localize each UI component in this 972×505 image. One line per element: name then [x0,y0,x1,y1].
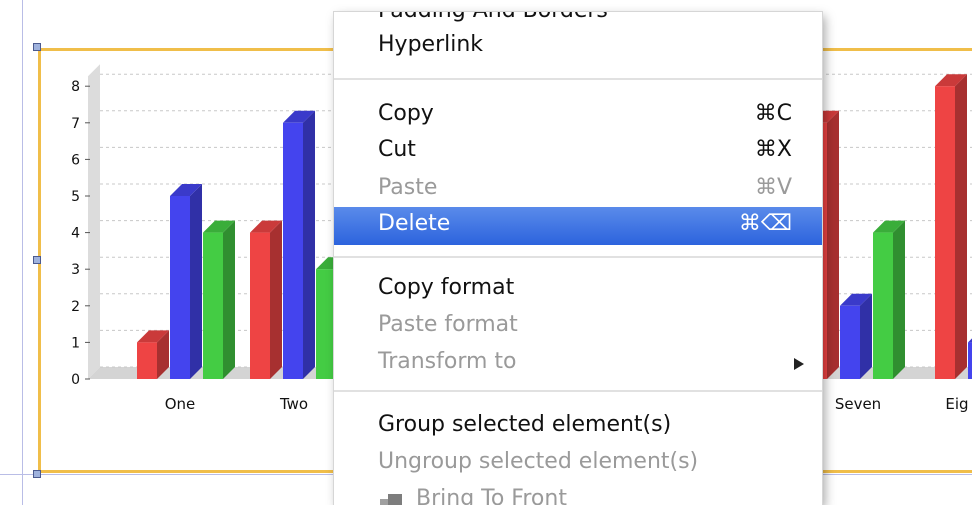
context-menu: Padding And Borders Hyperlink Copy ⌘C Cu… [334,12,822,505]
menu-item-copy-format[interactable]: Copy format [334,271,822,309]
menu-item-copy[interactable]: Copy ⌘C [334,97,822,135]
bar-side [827,110,839,380]
x-tick-label: Eig [945,395,968,413]
bar-top [968,338,972,343]
y-tick-label: 5 [71,189,80,205]
bar [968,342,972,379]
chart-back-wall [88,64,100,379]
bar-side [955,74,967,379]
bar-side [893,220,905,379]
bar-side [270,220,282,379]
menu-item-label: Copy [378,101,434,126]
bar [840,305,860,379]
menu-item-cut[interactable]: Cut ⌘X [334,133,822,171]
submenu-arrow-icon [794,358,804,370]
menu-item-label: Ungroup selected element(s) [378,449,699,474]
menu-separator [334,256,822,258]
bar-side [860,293,872,379]
y-tick-label: 3 [71,262,80,278]
menu-item-label: Hyperlink [378,32,484,57]
menu-separator [334,390,822,392]
bar-side [223,220,235,379]
menu-item-label: Transform to [378,349,517,374]
menu-item-paste[interactable]: Paste ⌘V [334,171,822,209]
y-tick-label: 4 [71,226,80,242]
bar [316,269,336,379]
menu-item-paste-format[interactable]: Paste format [334,308,822,346]
bar [873,232,893,379]
x-tick-label: Two [279,395,308,413]
menu-item-label: Padding And Borders [378,12,608,23]
menu-item-shortcut: ⌘V [754,175,792,200]
menu-item-transform-to[interactable]: Transform to [334,345,822,383]
menu-item-group-selected[interactable]: Group selected element(s) [334,408,822,446]
menu-item-label: Delete [378,211,451,236]
y-tick-label: 8 [71,79,80,95]
y-tick-label: 0 [71,372,80,388]
menu-item-delete[interactable]: Delete ⌘⌫ [334,207,822,245]
bar [935,86,955,379]
bar [203,232,223,379]
bar [170,196,190,379]
bar-side [303,110,315,380]
x-tick-label: One [165,395,196,413]
bar [250,232,270,379]
menu-item-shortcut: ⌘X [754,137,792,162]
bring-to-front-icon [380,494,402,505]
bar [283,122,303,380]
menu-item-label: Cut [378,137,416,162]
menu-item-hyperlink[interactable]: Hyperlink [334,28,822,66]
menu-item-shortcut: ⌘⌫ [738,211,792,236]
y-tick-label: 2 [71,299,80,315]
menu-item-label: Paste [378,175,438,200]
menu-item-label: Group selected element(s) [378,412,672,437]
menu-separator [334,78,822,80]
menu-item-label: Paste format [378,312,518,337]
menu-item-shortcut: ⌘C [754,101,792,126]
menu-item-label: Bring To Front [416,486,567,505]
y-tick-label: 1 [71,335,80,351]
bar [137,342,157,379]
y-tick-label: 6 [71,152,80,168]
bar-side [190,184,202,379]
y-tick-label: 7 [71,116,80,132]
x-tick-label: Seven [835,395,881,413]
menu-item-label: Copy format [378,275,515,300]
menu-item-ungroup-selected[interactable]: Ungroup selected element(s) [334,445,822,483]
